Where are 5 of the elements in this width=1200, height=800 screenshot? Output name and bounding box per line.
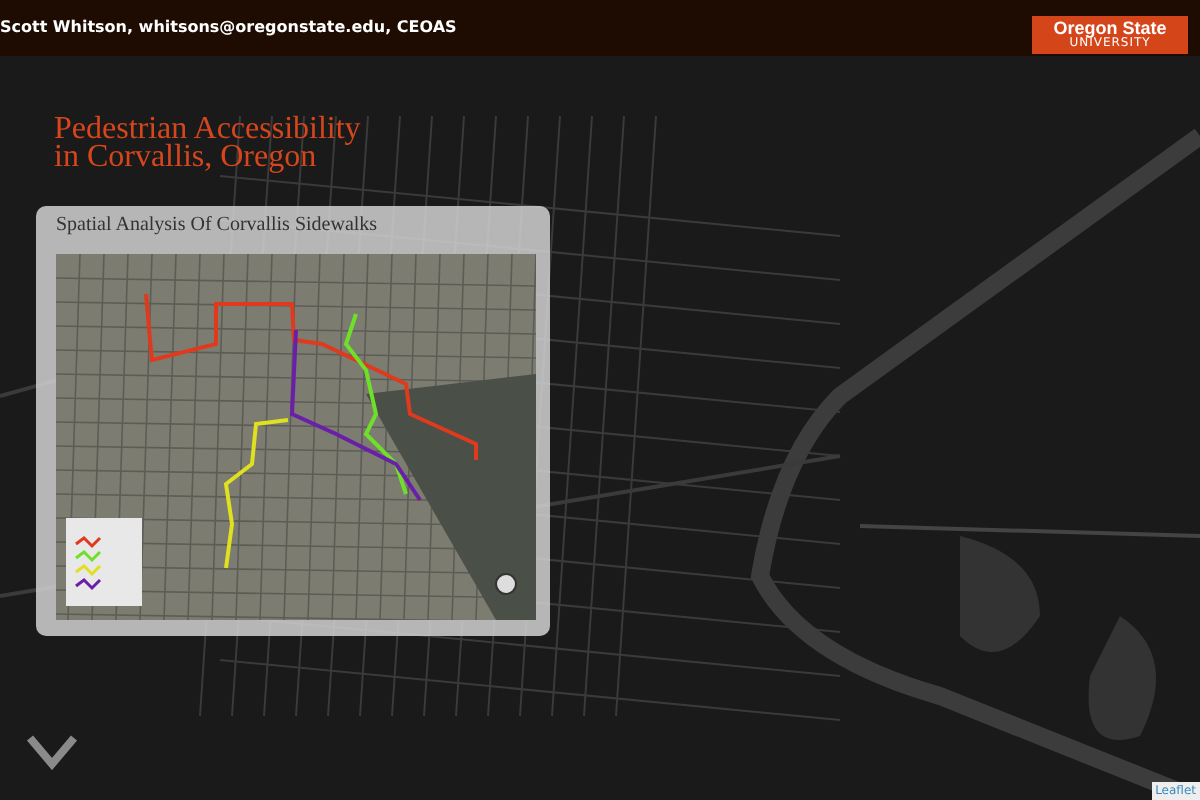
card-title: Spatial Analysis Of Corvallis Sidewalks: [56, 214, 380, 236]
page-title: Pedestrian Accessibility: [54, 116, 363, 144]
author-credit: Scott Whitson, whitsons@oregonstate.edu, CEOAS: [0, 18, 457, 36]
chevron-down-icon[interactable]: [26, 734, 78, 770]
page-title: in Corvallis, Oregon: [54, 144, 317, 172]
